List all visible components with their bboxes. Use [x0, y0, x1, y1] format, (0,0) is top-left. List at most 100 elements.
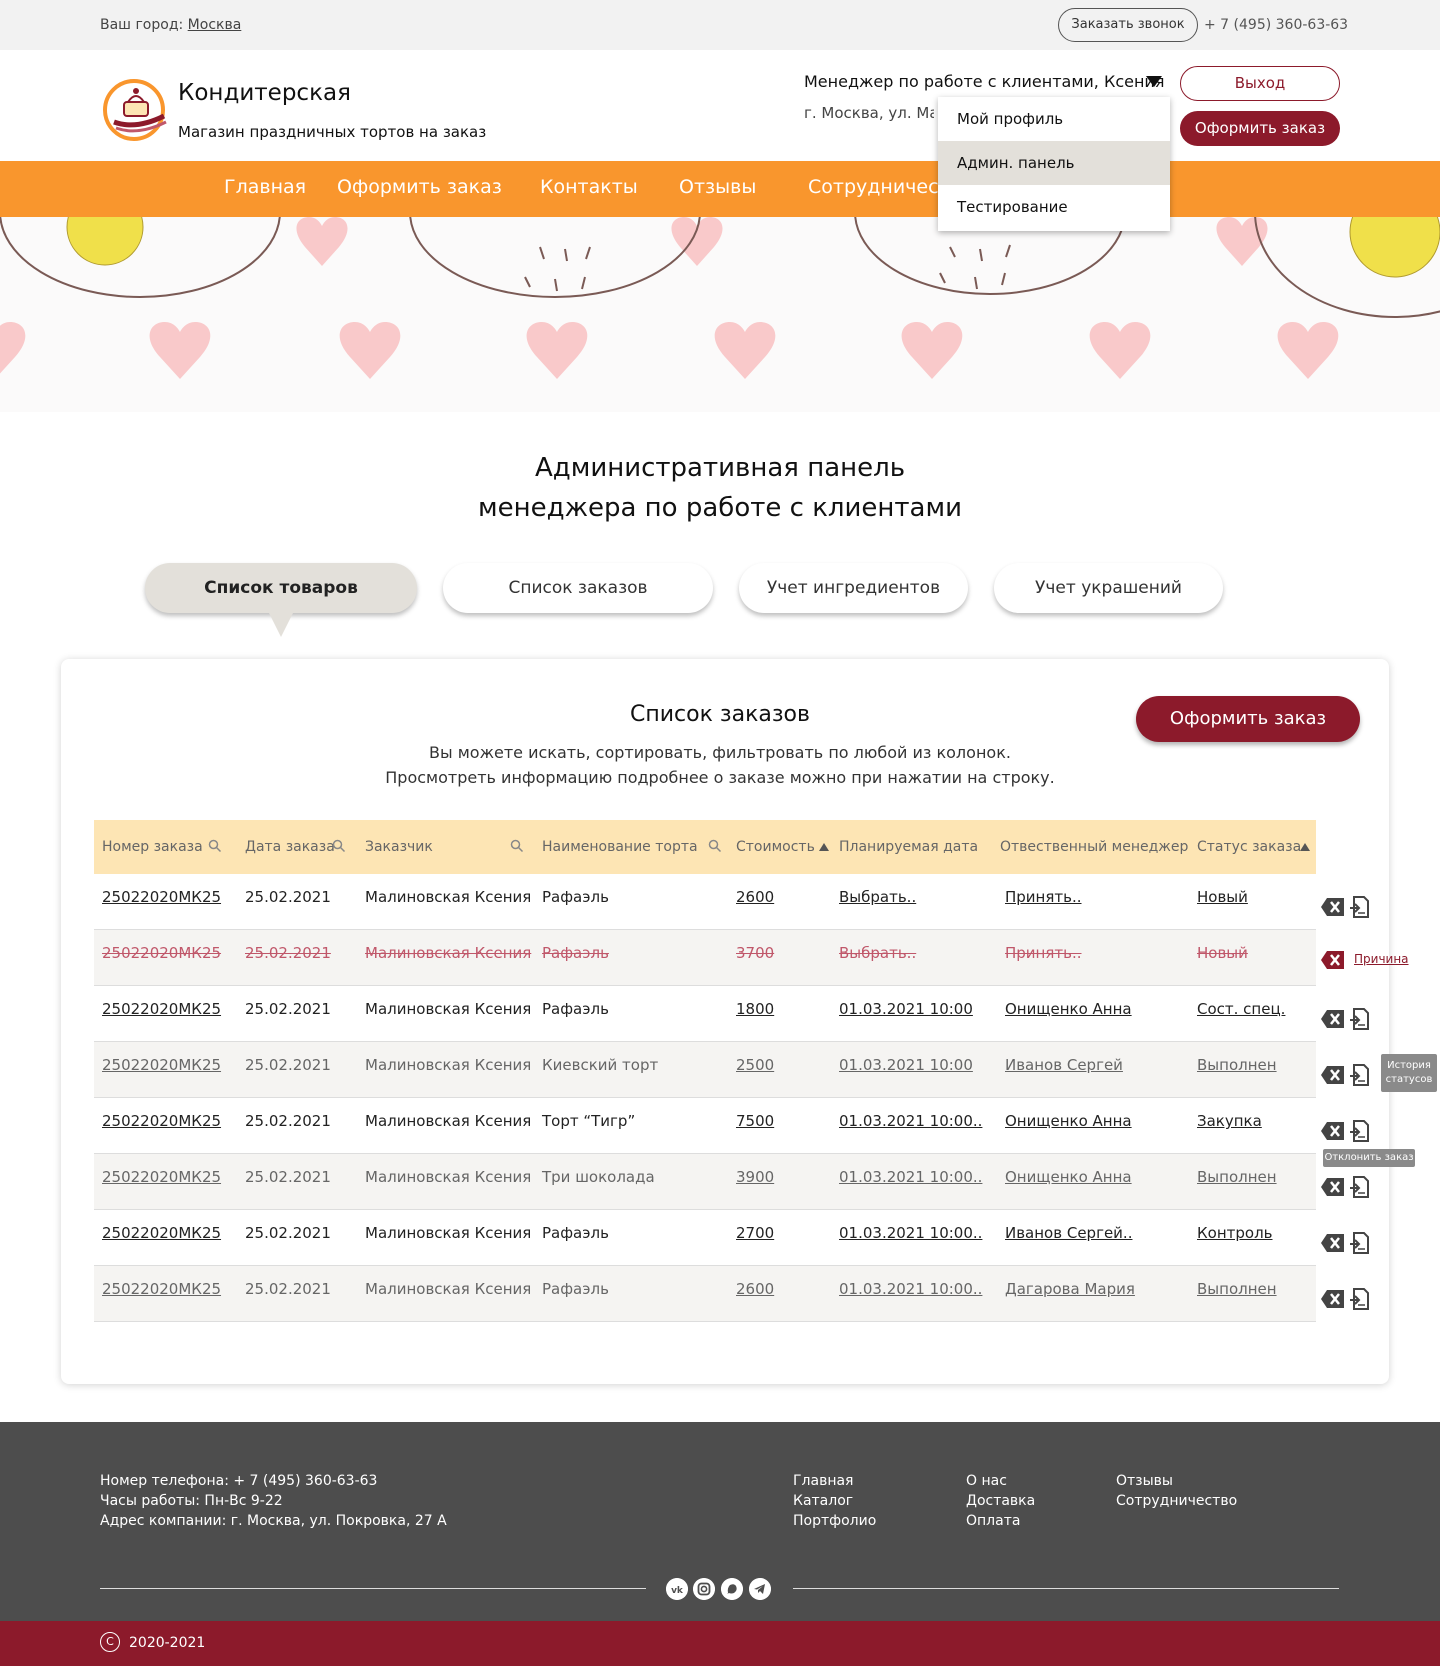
- table-row[interactable]: 25022020МК25 25.02.2021 Малиновская Ксен…: [94, 986, 1316, 1042]
- table-row[interactable]: 25022020МК25 25.02.2021 Малиновская Ксен…: [94, 874, 1316, 930]
- sort-ascending-icon[interactable]: [1300, 843, 1310, 851]
- column-header-cake-name[interactable]: Наименование торта: [542, 820, 698, 874]
- column-header-status[interactable]: Статус заказа: [1197, 820, 1301, 874]
- brand-name[interactable]: Кондитерская: [178, 80, 351, 106]
- cell-manager[interactable]: Онищенко Анна: [1005, 986, 1132, 1042]
- header-order-button[interactable]: Оформить заказ: [1180, 111, 1340, 146]
- menu-item-admin-panel[interactable]: Админ. панель: [938, 141, 1170, 185]
- top-phone[interactable]: + 7 (495) 360-63-63: [1204, 17, 1348, 33]
- search-icon[interactable]: [708, 839, 722, 853]
- reject-order-icon[interactable]: [1321, 1177, 1345, 1197]
- cell-order-number[interactable]: 25022020МК25: [102, 1154, 221, 1210]
- logout-button[interactable]: Выход: [1180, 66, 1340, 101]
- tab-products[interactable]: Список товаров: [145, 563, 417, 613]
- search-icon[interactable]: [208, 839, 222, 853]
- footer-link-home[interactable]: Главная: [793, 1473, 853, 1489]
- column-header-manager[interactable]: Отвественный менеджер: [1000, 820, 1188, 874]
- footer-link-catalog[interactable]: Каталог: [793, 1493, 853, 1509]
- reject-order-icon[interactable]: [1321, 897, 1345, 917]
- cell-price[interactable]: 3900: [736, 1154, 774, 1210]
- cell-planned-date[interactable]: 01.03.2021 10:00..: [839, 1154, 982, 1210]
- cell-status[interactable]: Новый: [1197, 930, 1248, 986]
- cell-status[interactable]: Новый: [1197, 874, 1248, 930]
- footer-link-reviews[interactable]: Отзывы: [1116, 1473, 1173, 1489]
- callback-button[interactable]: Заказать звонок: [1058, 8, 1198, 42]
- tab-orders[interactable]: Список заказов: [443, 563, 713, 613]
- cell-order-number[interactable]: 25022020МК25: [102, 1042, 221, 1098]
- status-history-icon[interactable]: [1349, 1120, 1369, 1142]
- footer-link-about[interactable]: О нас: [966, 1473, 1007, 1489]
- menu-item-testing[interactable]: Тестирование: [938, 185, 1170, 229]
- reject-reason-link[interactable]: Причина: [1354, 952, 1409, 966]
- footer-link-delivery[interactable]: Доставка: [966, 1493, 1035, 1509]
- caret-down-icon[interactable]: [1146, 76, 1162, 87]
- cell-status[interactable]: Выполнен: [1197, 1266, 1277, 1322]
- reject-order-icon[interactable]: [1321, 1065, 1345, 1085]
- table-row[interactable]: 25022020МК25 25.02.2021 Малиновская Ксен…: [94, 1098, 1316, 1154]
- status-history-icon[interactable]: [1349, 1232, 1369, 1254]
- table-row[interactable]: 25022020МК25 25.02.2021 Малиновская Ксен…: [94, 1210, 1316, 1266]
- cell-price[interactable]: 1800: [736, 986, 774, 1042]
- cell-planned-date[interactable]: Выбрать..: [839, 930, 916, 986]
- cell-planned-date[interactable]: 01.03.2021 10:00: [839, 986, 973, 1042]
- cell-order-number[interactable]: 25022020МК25: [102, 1266, 221, 1322]
- column-header-price[interactable]: Стоимость: [736, 820, 815, 874]
- tab-decorations[interactable]: Учет украшений: [994, 563, 1223, 613]
- reject-order-icon[interactable]: [1321, 1289, 1345, 1309]
- cell-planned-date[interactable]: Выбрать..: [839, 874, 916, 930]
- menu-item-profile[interactable]: Мой профиль: [938, 97, 1170, 141]
- cell-manager[interactable]: Онищенко Анна: [1005, 1154, 1132, 1210]
- status-history-icon[interactable]: [1349, 1176, 1369, 1198]
- cell-manager[interactable]: Принять..: [1005, 930, 1082, 986]
- cell-price[interactable]: 2600: [736, 1266, 774, 1322]
- footer-link-cooperation[interactable]: Сотрудничество: [1116, 1493, 1237, 1509]
- cell-order-number[interactable]: 25022020МК25: [102, 1210, 221, 1266]
- cell-order-number[interactable]: 25022020МК25: [102, 930, 221, 986]
- cell-manager[interactable]: Иванов Сергей..: [1005, 1210, 1132, 1266]
- cell-manager[interactable]: Иванов Сергей: [1005, 1042, 1123, 1098]
- column-header-order-date[interactable]: Дата заказа: [245, 820, 335, 874]
- cell-price[interactable]: 2500: [736, 1042, 774, 1098]
- status-history-icon[interactable]: [1349, 1288, 1369, 1310]
- nav-reviews[interactable]: Отзывы: [679, 176, 756, 198]
- reject-order-icon[interactable]: [1321, 1121, 1345, 1141]
- reject-order-icon[interactable]: [1321, 1233, 1345, 1253]
- cell-order-number[interactable]: 25022020МК25: [102, 1098, 221, 1154]
- cell-price[interactable]: 7500: [736, 1098, 774, 1154]
- instagram-icon[interactable]: [693, 1578, 715, 1600]
- cell-status[interactable]: Выполнен: [1197, 1154, 1277, 1210]
- table-row[interactable]: 25022020МК25 25.02.2021 Малиновская Ксен…: [94, 1154, 1316, 1210]
- telegram-icon[interactable]: [749, 1578, 771, 1600]
- vk-icon[interactable]: vk: [666, 1578, 688, 1600]
- cell-manager[interactable]: Принять..: [1005, 874, 1082, 930]
- column-header-planned-date[interactable]: Планируемая дата: [839, 820, 978, 874]
- footer-link-payment[interactable]: Оплата: [966, 1513, 1020, 1529]
- cake-logo-icon[interactable]: [102, 78, 170, 142]
- status-history-icon[interactable]: [1349, 1008, 1369, 1030]
- cell-planned-date[interactable]: 01.03.2021 10:00..: [839, 1098, 982, 1154]
- column-header-customer[interactable]: Заказчик: [365, 820, 433, 874]
- search-icon[interactable]: [332, 839, 346, 853]
- column-header-order-number[interactable]: Номер заказа: [102, 820, 203, 874]
- reject-order-icon[interactable]: [1321, 1009, 1345, 1029]
- status-history-icon[interactable]: [1349, 896, 1369, 918]
- whatsapp-icon[interactable]: [721, 1578, 743, 1600]
- nav-home[interactable]: Главная: [224, 176, 306, 198]
- cell-price[interactable]: 2600: [736, 874, 774, 930]
- table-row[interactable]: 25022020МК25 25.02.2021 Малиновская Ксен…: [94, 1266, 1316, 1322]
- table-row[interactable]: 25022020МК25 25.02.2021 Малиновская Ксен…: [94, 1042, 1316, 1098]
- cell-status[interactable]: Закупка: [1197, 1098, 1262, 1154]
- cell-planned-date[interactable]: 01.03.2021 10:00: [839, 1042, 973, 1098]
- cell-status[interactable]: Контроль: [1197, 1210, 1273, 1266]
- cell-order-number[interactable]: 25022020МК25: [102, 986, 221, 1042]
- city-link[interactable]: Москва: [188, 17, 242, 33]
- search-icon[interactable]: [510, 839, 524, 853]
- cell-order-number[interactable]: 25022020МК25: [102, 874, 221, 930]
- user-menu-trigger[interactable]: Менеджер по работе с клиентами, Ксения: [804, 72, 1164, 91]
- status-history-icon[interactable]: [1349, 1064, 1369, 1086]
- cell-status[interactable]: Выполнен: [1197, 1042, 1277, 1098]
- sort-ascending-icon[interactable]: [819, 843, 829, 851]
- nav-order[interactable]: Оформить заказ: [337, 176, 502, 198]
- cell-manager[interactable]: Дагарова Мария: [1005, 1266, 1135, 1322]
- table-row[interactable]: 25022020МК25 25.02.2021 Малиновская Ксен…: [94, 930, 1316, 986]
